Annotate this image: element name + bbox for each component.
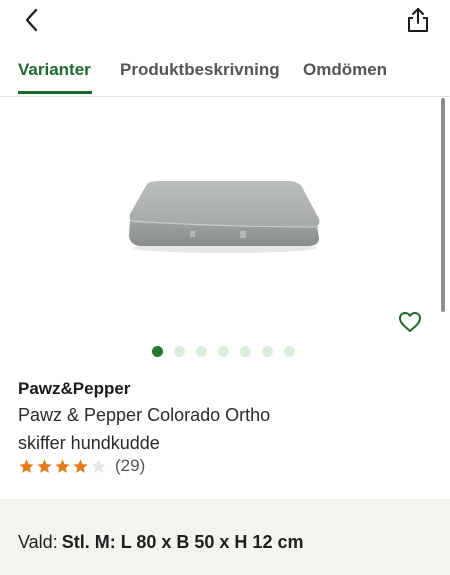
variant-value: Stl. M: L 80 x B 50 x H 12 cm xyxy=(61,532,304,552)
top-bar xyxy=(0,0,450,40)
star-filled-icon xyxy=(37,458,52,473)
carousel-dot-7[interactable] xyxy=(284,345,295,357)
carousel-dot-4[interactable] xyxy=(218,345,229,357)
review-count: (29) xyxy=(115,456,146,475)
selected-variant-bar[interactable]: Vald: Stl. M: L 80 x B 50 x H 12 cm xyxy=(0,499,450,575)
selected-variant: Vald: Stl. M: L 80 x B 50 x H 12 cm xyxy=(18,532,303,553)
variant-label: Vald: xyxy=(18,532,58,552)
carousel-dot-5[interactable] xyxy=(240,345,251,357)
scrollbar[interactable] xyxy=(441,98,445,312)
star-filled-icon xyxy=(19,458,34,473)
product-image-dog-cushion[interactable] xyxy=(120,175,330,255)
image-carousel-dots xyxy=(152,345,295,357)
tab-bar: Varianter Produktbeskrivning Omdömen xyxy=(0,50,450,97)
share-icon xyxy=(408,8,428,32)
heart-outline-icon xyxy=(399,312,421,332)
product-brand[interactable]: Pawz&Pepper xyxy=(18,379,130,399)
product-rating[interactable]: (29) xyxy=(18,455,145,477)
share-button[interactable] xyxy=(402,4,434,36)
back-button[interactable] xyxy=(18,6,46,34)
active-tab-indicator xyxy=(18,91,92,94)
star-filled-icon xyxy=(73,458,88,473)
favorite-button[interactable] xyxy=(394,306,426,338)
tab-omdomen[interactable]: Omdömen xyxy=(303,60,387,80)
tab-varianter[interactable]: Varianter xyxy=(18,60,91,80)
carousel-dot-6[interactable] xyxy=(262,345,273,357)
carousel-dot-2[interactable] xyxy=(174,345,185,357)
carousel-dot-3[interactable] xyxy=(196,345,207,357)
tab-produktbeskrivning[interactable]: Produktbeskrivning xyxy=(120,60,280,80)
rating-stars xyxy=(18,458,107,475)
product-title: Pawz & Pepper Colorado Ortho skiffer hun… xyxy=(18,405,271,453)
chevron-left-icon xyxy=(25,8,38,32)
carousel-dot-1[interactable] xyxy=(152,345,163,357)
star-empty-icon xyxy=(91,458,106,473)
star-filled-icon xyxy=(55,458,70,473)
